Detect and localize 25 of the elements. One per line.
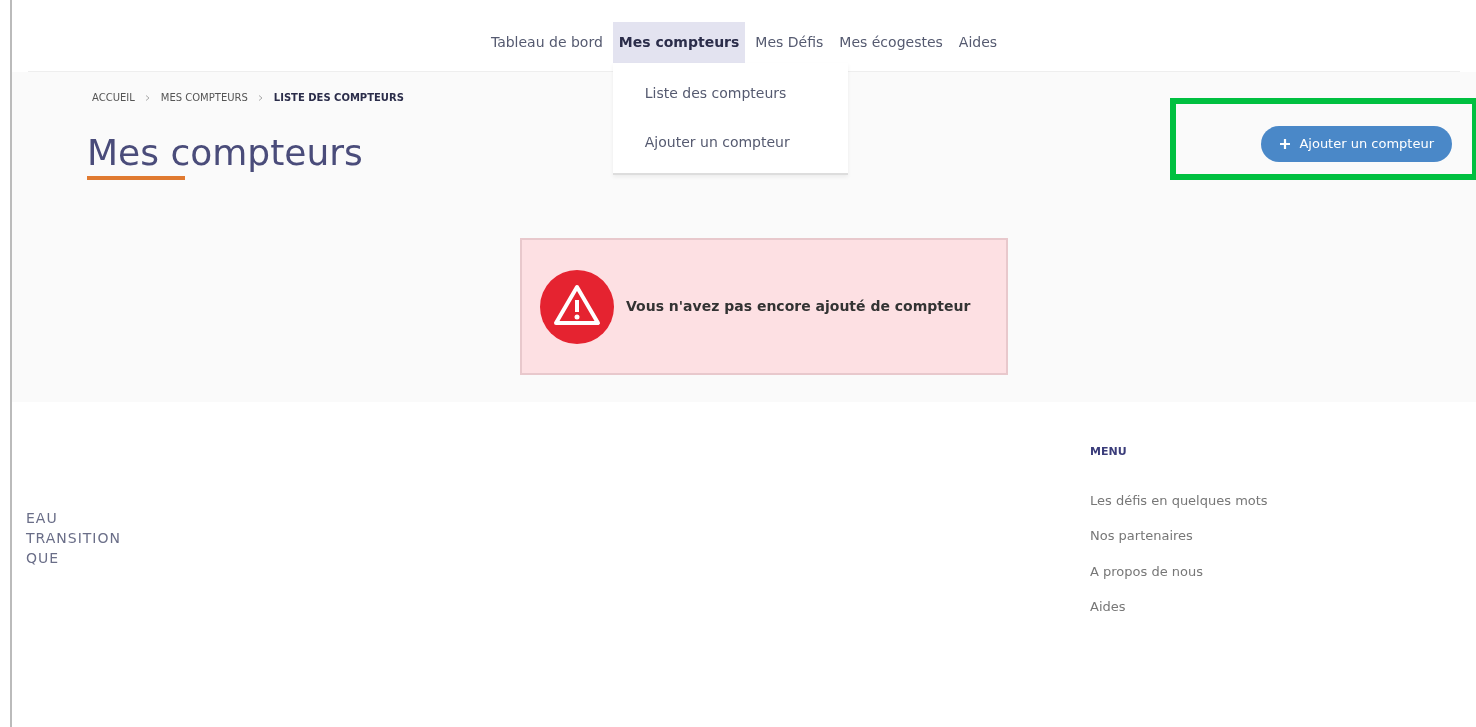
plus-icon — [1279, 137, 1292, 150]
dropdown-item[interactable]: Liste des compteurs — [612, 69, 819, 118]
breadcrumb-link[interactable]: MES COMPTEURS — [160, 90, 248, 105]
nav-link[interactable]: Tableau de bord — [484, 22, 609, 63]
chevron-icon — [144, 94, 151, 101]
footer-link[interactable]: Nos partenaires — [1090, 526, 1456, 546]
brand-text: QUE — [26, 549, 61, 568]
alert-message: Vous n'avez pas encore ajouté de compteur — [626, 297, 971, 316]
nav-link[interactable]: Aides — [952, 22, 1004, 63]
breadcrumb-link[interactable]: ACCUEIL — [92, 90, 135, 105]
footer-link[interactable]: A propos de nous — [1090, 561, 1456, 581]
nav-link[interactable]: Mes écogestes — [833, 22, 949, 63]
nav-link[interactable]: Mes Défis — [749, 22, 830, 63]
footer-link[interactable]: Les défis en quelques mots — [1090, 490, 1456, 510]
page-title: Mes compteurs — [87, 131, 363, 175]
dropdown-item[interactable]: Ajouter un compteur — [612, 118, 822, 167]
brand-text: EAU — [26, 509, 59, 528]
add-counter-button[interactable]: Ajouter un compteur — [1261, 126, 1452, 162]
footer-menu-title: MENU — [1090, 444, 1128, 460]
chevron-icon — [257, 94, 264, 101]
brand-text: TRANSITION — [26, 529, 121, 548]
warning-icon — [540, 269, 614, 344]
nav-link[interactable]: Mes compteurs — [612, 22, 746, 63]
footer-link[interactable]: Aides — [1090, 597, 1456, 617]
breadcrumb-current: LISTE DES COMPTEURS — [273, 91, 404, 105]
